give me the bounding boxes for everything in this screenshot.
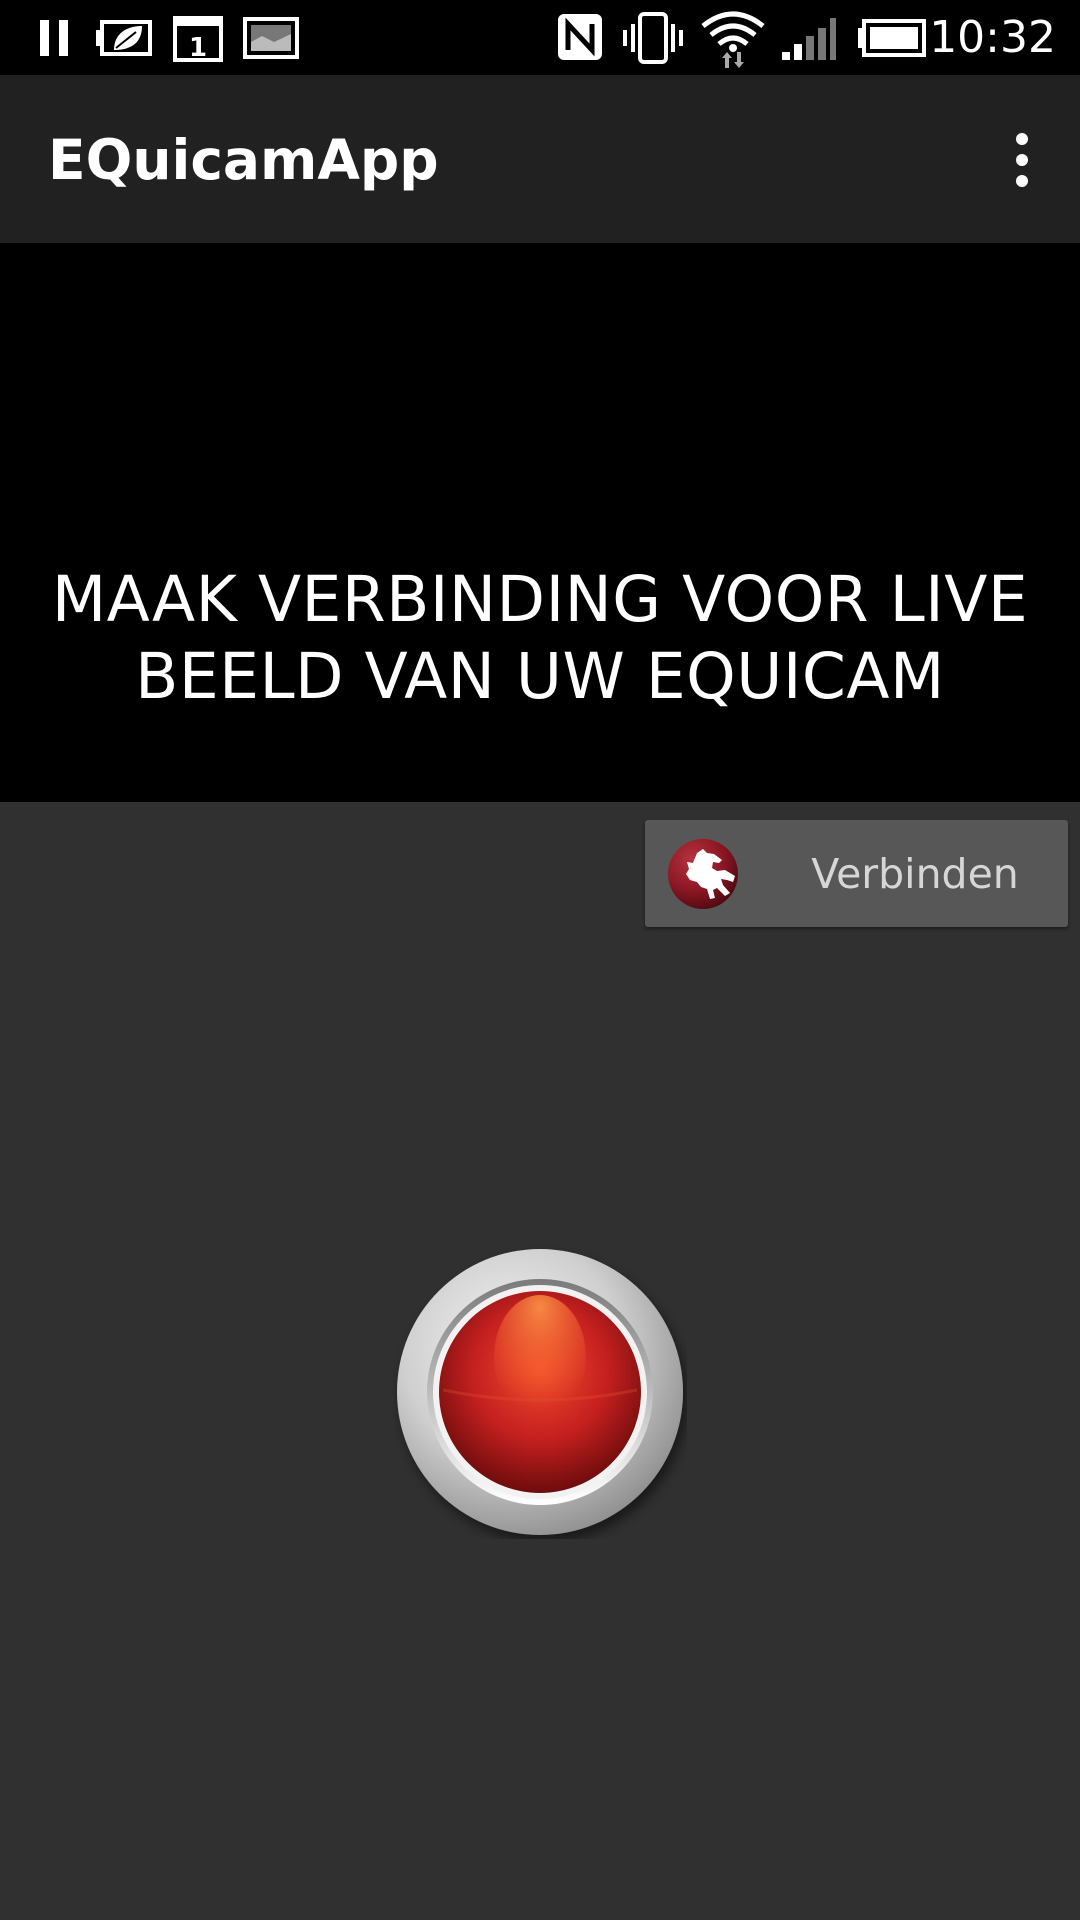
app-title: EQuicamApp [48,128,439,192]
live-video-view: MAAK VERBINDING VOOR LIVE BEELD VAN UW E… [0,243,1080,802]
calendar-day: 1 [189,33,207,63]
connect-button-label: Verbinden [811,850,1019,898]
menu-dot [1016,154,1028,166]
wifi-icon [700,8,766,83]
menu-dot [1016,175,1028,187]
red-record-button-icon[interactable] [393,1245,687,1539]
more-vert-icon[interactable] [996,125,1048,195]
status-bar: 1 10:32 [0,0,1080,75]
connect-prompt-message: MAAK VERBINDING VOOR LIVE BEELD VAN UW E… [51,563,1029,713]
menu-dot [1016,133,1028,145]
horse-logo-icon [667,838,739,910]
action-bar: EQuicamApp [0,75,1080,243]
status-time: 10:32 [929,12,1056,63]
connect-button[interactable]: Verbinden [645,820,1068,927]
app-screen: 1 10:32 EQuicamApp MAAK VERBINDING VOOR … [0,0,1080,1920]
